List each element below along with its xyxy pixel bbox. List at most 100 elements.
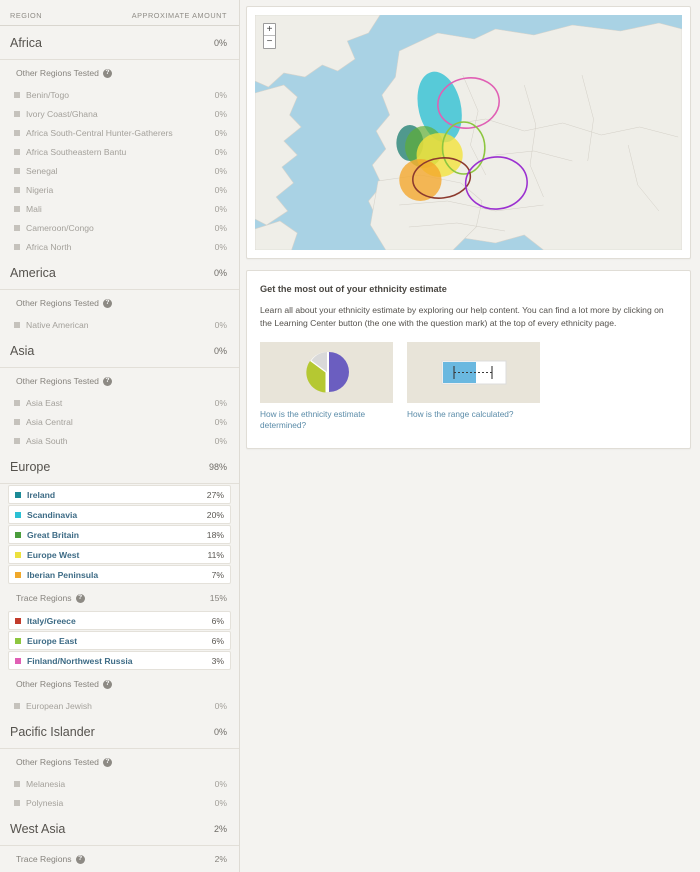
region-section-pacific-islander: Pacific Islander 0% Other Regions Tested? M… [0,715,239,812]
region-row-africa-south-central-hunter-gatherers[interactable]: Africa South-Central Hunter-Gatherers 0% [0,123,239,142]
region-row-label: Nigeria [26,184,54,195]
group-label-text: Other Regions Tested [16,298,99,308]
region-row-percent: 0% [214,435,227,446]
region-row-nigeria[interactable]: Nigeria 0% [0,180,239,199]
help-question-mark-icon[interactable]: ? [102,757,112,767]
region-section-asia: Asia 0% Other Regions Tested? Asia East 0% As… [0,334,239,450]
region-list-panel[interactable]: REGION APPROXIMATE AMOUNT Africa 0% Other … [0,0,240,872]
region-row-label: Asia Central [26,416,73,427]
group-label-other-regions-tested: Other Regions Tested? [0,749,239,774]
region-row-percent: 0% [214,165,227,176]
region-row-percent: 7% [211,569,224,580]
help-thumb-range-calculated[interactable]: How is the range calculated? [407,341,540,432]
region-row-left: Senegal [14,166,58,176]
region-row-africa-north[interactable]: Africa North 0% [0,237,239,256]
range-bar-icon [441,360,506,385]
region-row-percent: 3% [211,655,224,666]
region-row-senegal[interactable]: Senegal 0% [0,161,239,180]
region-color-swatch-icon [14,702,20,709]
group-label-text: Trace Regions [16,854,72,864]
region-row-europe-east[interactable]: Europe East 6% [8,631,231,650]
help-thumbnails: How is the ethnicity estimate determined… [260,341,677,432]
help-question-mark-icon[interactable]: ? [102,376,112,386]
region-row-label: Finland/Northwest Russia [27,655,133,666]
region-row-finland-northwest-russia[interactable]: Finland/Northwest Russia 3% [8,651,231,670]
region-row-left: Finland/Northwest Russia [15,656,133,666]
section-percent: 98% [208,462,227,472]
group-label-trace-regions: Trace Regions? 2% [0,846,239,871]
help-body: Learn all about your ethnicity estimate … [260,305,664,329]
region-section-africa: Africa 0% Other Regions Tested? Benin/Togo 0… [0,26,239,256]
region-row-benin-togo[interactable]: Benin/Togo 0% [0,85,239,104]
region-row-ireland[interactable]: Ireland 27% [8,485,231,504]
region-row-great-britain[interactable]: Great Britain 18% [8,525,231,544]
region-color-swatch-icon [14,91,20,98]
region-color-swatch-icon [15,617,21,624]
section-header-america[interactable]: America 0% [0,256,239,290]
region-row-mali[interactable]: Mali 0% [0,199,239,218]
region-row-percent: 0% [214,241,227,252]
group-label-other-regions-tested: Other Regions Tested? [0,60,239,85]
help-question-mark-icon[interactable]: ? [75,854,85,864]
group-label-left: Other Regions Tested? [16,757,112,767]
help-thumb-ethnicity-estimate[interactable]: How is the ethnicity estimate determined… [260,341,393,432]
region-row-left: Polynesia [14,798,63,808]
region-row-percent: 0% [214,397,227,408]
region-row-asia-south[interactable]: Asia South 0% [0,431,239,450]
region-row-iberian-peninsula[interactable]: Iberian Peninsula 7% [8,565,231,584]
region-row-percent: 0% [214,416,227,427]
range-bar-thumbnail-box [407,341,540,403]
region-row-africa-southeastern-bantu[interactable]: Africa Southeastern Bantu 0% [0,142,239,161]
region-row-cameroon-congo[interactable]: Cameroon/Congo 0% [0,218,239,237]
region-row-label: Africa North [26,241,72,252]
region-row-europe-west[interactable]: Europe West 11% [8,545,231,564]
region-row-label: Africa Southeastern Bantu [26,146,127,157]
section-header-asia[interactable]: Asia 0% [0,334,239,368]
map-canvas [255,15,682,250]
region-row-label: Iberian Peninsula [27,569,99,580]
zoom-out-button[interactable]: − [264,36,275,48]
region-row-european-jewish[interactable]: European Jewish 0% [0,696,239,715]
region-color-swatch-icon [14,418,20,425]
region-color-swatch-icon [14,780,20,787]
region-row-native-american[interactable]: Native American 0% [0,315,239,334]
ethnicity-map[interactable]: + − [255,15,682,250]
region-row-label: Great Britain [27,529,80,540]
region-row-melanesia[interactable]: Melanesia 0% [0,774,239,793]
region-row-left: Ivory Coast/Ghana [14,109,98,119]
region-color-swatch-icon [15,531,21,538]
section-header-africa[interactable]: Africa 0% [0,26,239,60]
region-row-polynesia[interactable]: Polynesia 0% [0,793,239,812]
region-row-left: Asia South [14,436,68,446]
help-question-mark-icon[interactable]: ? [102,679,112,689]
section-percent: 2% [213,824,227,834]
region-row-ivory-coast-ghana[interactable]: Ivory Coast/Ghana 0% [0,104,239,123]
map-zoom-controls[interactable]: + − [263,23,276,49]
section-header-west-asia[interactable]: West Asia 2% [0,812,239,846]
region-row-percent: 6% [211,615,224,626]
section-percent: 0% [213,268,227,278]
region-color-swatch-icon [14,186,20,193]
region-row-label: Ireland [27,489,56,500]
help-thumb-caption[interactable]: How is the range calculated? [407,409,540,421]
region-row-italy-greece[interactable]: Italy/Greece 6% [8,611,231,630]
section-header-europe[interactable]: Europe 98% [0,450,239,484]
help-question-mark-icon[interactable]: ? [102,68,112,78]
group-label-trace-regions: Trace Regions? 15% [0,585,239,610]
region-row-asia-central[interactable]: Asia Central 0% [0,412,239,431]
help-question-mark-icon[interactable]: ? [75,593,85,603]
region-row-scandinavia[interactable]: Scandinavia 20% [8,505,231,524]
pie-chart-thumbnail-box [260,341,393,403]
group-label-other-regions-tested: Other Regions Tested? [0,290,239,315]
section-header-pacific-islander[interactable]: Pacific Islander 0% [0,715,239,749]
region-row-label: Cameroon/Congo [26,222,94,233]
group-percent: 15% [209,593,227,603]
region-row-percent: 0% [214,146,227,157]
help-question-mark-icon[interactable]: ? [102,298,112,308]
zoom-in-button[interactable]: + [264,24,275,36]
region-row-left: Cameroon/Congo [14,223,94,233]
region-row-label: Melanesia [26,778,66,789]
region-row-asia-east[interactable]: Asia East 0% [0,393,239,412]
help-thumb-caption[interactable]: How is the ethnicity estimate determined… [260,409,393,432]
region-row-left: Mali [14,204,42,214]
